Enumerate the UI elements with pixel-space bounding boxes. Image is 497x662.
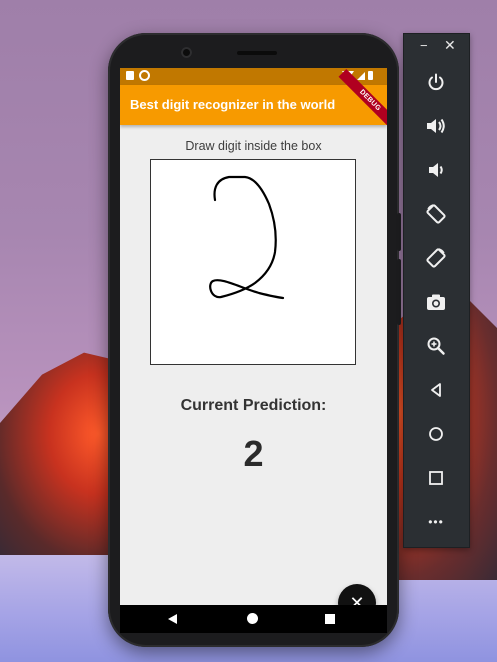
signal-icon [357,71,365,80]
app-title: Best digit recognizer in the world [130,97,336,112]
emulator-overview-button[interactable] [416,463,456,493]
emulator-home-button[interactable] [416,419,456,449]
power-button[interactable] [416,67,456,97]
back-icon[interactable] [168,614,177,624]
overview-icon [429,471,443,485]
volume-down-icon [429,163,443,177]
battery-icon [368,71,373,80]
close-window-button[interactable]: ✕ [444,37,456,54]
volume-down-button[interactable] [416,155,456,185]
app-bar: Best digit recognizer in the world DEBUG [120,69,387,132]
zoom-icon [427,337,445,355]
phone-volume-button[interactable] [397,259,401,325]
rotate-left-button[interactable] [416,199,456,229]
more-button[interactable]: ••• [416,507,456,537]
power-icon [428,73,444,91]
back-icon [431,383,441,397]
more-icon: ••• [428,515,444,529]
rotate-right-icon [426,248,446,268]
emulator-window-controls: − ✕ [404,34,469,60]
draw-instruction: Draw digit inside the box [185,139,322,153]
recents-icon[interactable] [325,614,335,624]
status-left-icons [126,70,150,81]
camera-icon [427,294,445,310]
front-camera [181,47,192,58]
android-nav-bar [120,605,387,633]
rotate-right-button[interactable] [416,243,456,273]
screenshot-button[interactable] [416,287,456,317]
earpiece-speaker [237,51,277,55]
drawing-canvas[interactable] [150,159,356,365]
emulator-back-button[interactable] [416,375,456,405]
phone-power-button[interactable] [397,213,401,251]
phone-frame: Best digit recognizer in the world DEBUG… [108,33,401,647]
prediction-value: 2 [243,433,264,474]
rotate-left-icon [426,204,446,224]
home-icon[interactable] [247,613,258,624]
volume-up-icon [427,118,445,134]
prediction-label: Current Prediction: [180,397,327,414]
minimize-button[interactable]: − [420,38,428,53]
sim-icon [126,71,134,80]
emulator-toolbar: − ✕ ••• [403,33,470,548]
phone-screen: Best digit recognizer in the world DEBUG… [120,68,387,633]
home-icon [429,427,443,441]
volume-up-button[interactable] [416,111,456,141]
phone-top-bezel [108,33,399,69]
sync-icon [139,70,150,81]
drawn-digit-stroke [209,175,285,300]
zoom-button[interactable] [416,331,456,361]
